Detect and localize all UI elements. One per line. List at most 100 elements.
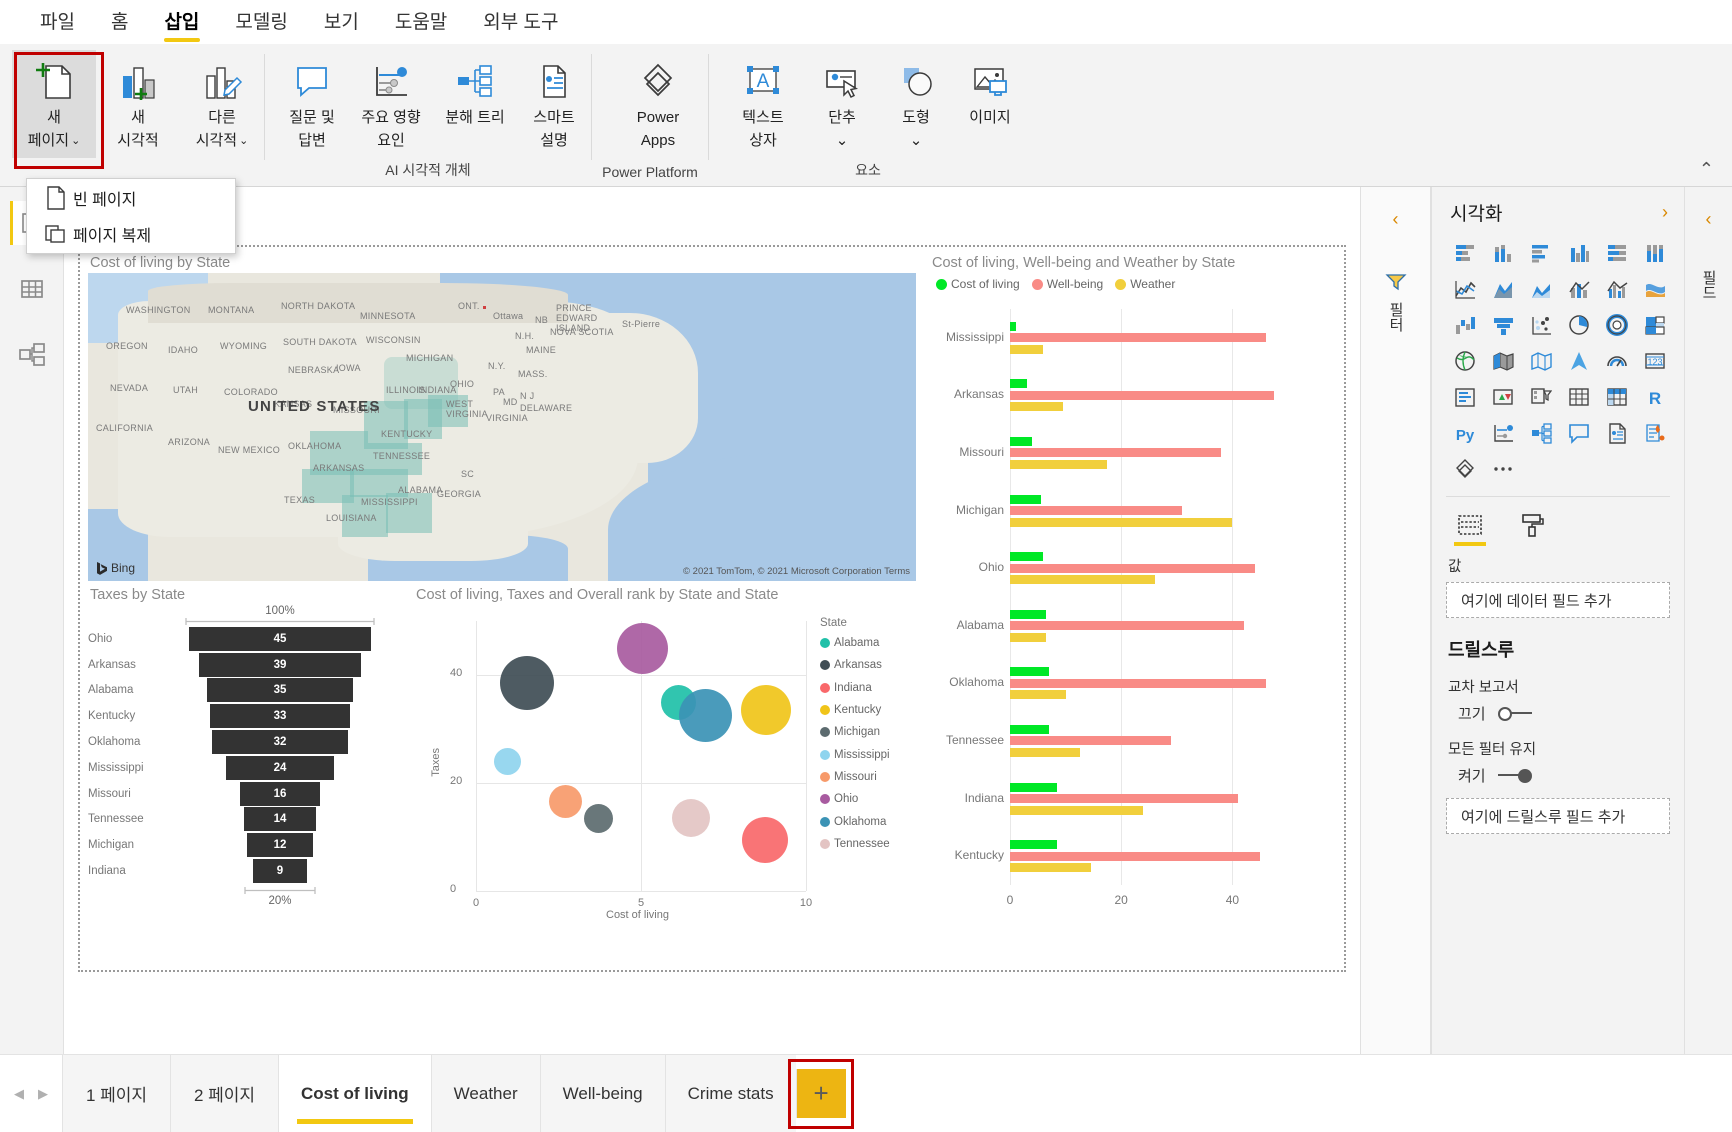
power-apps-icon[interactable] [1448, 454, 1482, 484]
new-page-button[interactable]: 새 페이지 ⌄ [12, 50, 96, 158]
next-page-button[interactable]: ▶ [38, 1086, 48, 1102]
clustered-column-chart-icon[interactable] [1562, 238, 1596, 268]
legend-item[interactable]: Mississippi [820, 743, 916, 765]
table-icon[interactable] [1562, 382, 1596, 412]
bar-cost-of-living[interactable] [1010, 495, 1041, 504]
funnel-bar[interactable]: 35 [207, 678, 354, 702]
bar-plot-area[interactable]: 02040MississippiArkansasMissouriMichigan… [1010, 309, 1288, 885]
more-visuals-button[interactable]: 다른 시각적 ⌄ [180, 50, 264, 158]
bar-well-being[interactable] [1010, 736, 1171, 745]
multi-row-card-icon[interactable] [1448, 382, 1482, 412]
bar-weather[interactable] [1010, 460, 1107, 469]
legend-item[interactable]: Arkansas [820, 654, 916, 676]
visualizations-pane[interactable]: 시각화 › 123RPy 값 여기에 데이터 필드 추가 드릴스루 교차 보고서… [1431, 187, 1684, 1054]
legend-item[interactable]: Missouri [820, 766, 916, 788]
bar-well-being[interactable] [1010, 391, 1274, 400]
slicer-icon[interactable] [1524, 382, 1558, 412]
bubble-tennessee[interactable] [672, 799, 710, 837]
button-button[interactable]: 단추 ⌄ [805, 50, 879, 158]
scatter-plot-area[interactable]: 051002040 [476, 621, 806, 891]
bar-cost-of-living[interactable] [1010, 437, 1032, 446]
keep-filters-switch[interactable] [1498, 769, 1532, 783]
funnel-bar[interactable]: 12 [247, 833, 312, 857]
legend-item[interactable]: Cost of living [936, 277, 1020, 291]
treemap-icon[interactable] [1638, 310, 1672, 340]
funnel-bar[interactable]: 45 [189, 627, 371, 651]
stacked-area-chart-icon[interactable] [1524, 274, 1558, 304]
page-tab-2[interactable]: 2 페이지 [170, 1055, 278, 1132]
grouped-bar-chart-visual[interactable]: Cost of living, Well-being and Weather b… [926, 251, 1306, 927]
chevron-down-icon[interactable]: ⌄ [239, 136, 248, 147]
smart-narrative-icon[interactable] [1600, 418, 1634, 448]
funnel-bar[interactable]: 14 [244, 807, 316, 831]
ribbon-tab-help[interactable]: 도움말 [377, 3, 465, 44]
page-tab-crime-stats[interactable]: Crime stats [665, 1055, 796, 1132]
legend-item[interactable]: Oklahoma [820, 810, 916, 832]
more-options-icon[interactable] [1486, 454, 1520, 484]
funnel-row[interactable]: Michigan12 [84, 832, 406, 858]
bar-weather[interactable] [1010, 806, 1143, 815]
add-page-button[interactable]: + [796, 1069, 846, 1118]
funnel-bar[interactable]: 39 [199, 653, 360, 677]
smart-narrative-button[interactable]: 스마트 설명 [517, 50, 591, 158]
shape-button[interactable]: 도형 ⌄ [879, 50, 953, 158]
page-tab-1[interactable]: 1 페이지 [62, 1055, 170, 1132]
funnel-row[interactable]: Kentucky33 [84, 703, 406, 729]
scatter-legend[interactable]: State AlabamaArkansasIndianaKentuckyMich… [820, 617, 916, 855]
stacked-bar-chart-icon[interactable] [1448, 238, 1482, 268]
line-chart-icon[interactable] [1448, 274, 1482, 304]
legend-item[interactable]: Alabama [820, 632, 916, 654]
ribbon-tab-external-tools[interactable]: 외부 도구 [465, 3, 576, 44]
bar-cost-of-living[interactable] [1010, 322, 1016, 331]
chevron-down-icon[interactable]: ⌄ [910, 132, 923, 150]
bar-well-being[interactable] [1010, 506, 1182, 515]
bar-cost-of-living[interactable] [1010, 783, 1057, 792]
bar-well-being[interactable] [1010, 448, 1221, 457]
bar-weather[interactable] [1010, 345, 1043, 354]
decomposition-tree-icon[interactable] [1524, 418, 1558, 448]
funnel-row[interactable]: Arkansas39 [84, 652, 406, 678]
funnel-row[interactable]: Tennessee14 [84, 807, 406, 833]
map-visual[interactable]: Cost of living by State [84, 251, 920, 581]
bar-well-being[interactable] [1010, 679, 1266, 688]
funnel-bar[interactable]: 16 [240, 782, 319, 806]
ribbon-chart-icon[interactable] [1638, 274, 1672, 304]
r-script-icon[interactable]: R [1638, 382, 1672, 412]
arcgis-map-icon[interactable] [1562, 346, 1596, 376]
filters-pane-collapsed[interactable]: ‹ 필터 [1360, 187, 1431, 1054]
chevron-down-icon[interactable]: ⌄ [836, 132, 849, 150]
cross-report-switch[interactable] [1498, 707, 1532, 721]
image-button[interactable]: 이미지 [953, 50, 1027, 158]
bar-weather[interactable] [1010, 575, 1155, 584]
bar-chart-legend[interactable]: Cost of livingWell-beingWeather [936, 277, 1175, 291]
scatter-chart-icon[interactable] [1524, 310, 1558, 340]
legend-item[interactable]: Kentucky [820, 699, 916, 721]
prev-page-button[interactable]: ◀ [14, 1086, 24, 1102]
menu-item-blank-page[interactable]: 빈 페이지 [27, 180, 235, 216]
page-tab-weather[interactable]: Weather [431, 1055, 540, 1132]
sidebar-item-data-view[interactable] [10, 267, 54, 311]
shape-map-icon[interactable] [1524, 346, 1558, 376]
ribbon-tab-modeling[interactable]: 모델링 [217, 3, 305, 44]
legend-item[interactable]: Indiana [820, 677, 916, 699]
funnel-row[interactable]: Ohio45 [84, 626, 406, 652]
bubble-ohio[interactable] [617, 623, 668, 674]
bar-well-being[interactable] [1010, 333, 1266, 342]
bubble-chart-visual[interactable]: Cost of living, Taxes and Overall rank b… [410, 583, 920, 927]
legend-item[interactable]: Michigan [820, 721, 916, 743]
100-stacked-bar-chart-icon[interactable] [1600, 238, 1634, 268]
new-visual-button[interactable]: 새 시각적 [96, 50, 180, 158]
bar-weather[interactable] [1010, 402, 1063, 411]
paginated-report-icon[interactable] [1638, 418, 1672, 448]
ribbon-tab-view[interactable]: 보기 [306, 3, 377, 44]
bar-weather[interactable] [1010, 748, 1080, 757]
stacked-column-chart-icon[interactable] [1486, 238, 1520, 268]
new-page-dropdown-menu[interactable]: 빈 페이지 페이지 복제 [26, 178, 236, 254]
fields-expand-button[interactable]: ‹ [1685, 187, 1732, 230]
line-stacked-column-icon[interactable] [1562, 274, 1596, 304]
bubble-kentucky[interactable] [741, 685, 791, 735]
fields-pane-collapsed[interactable]: ‹ 필드 [1684, 187, 1732, 1054]
legend-item[interactable]: Well-being [1032, 277, 1103, 291]
funnel-row[interactable]: Mississippi24 [84, 755, 406, 781]
keep-filters-toggle-row[interactable]: 켜기 [1458, 765, 1670, 786]
